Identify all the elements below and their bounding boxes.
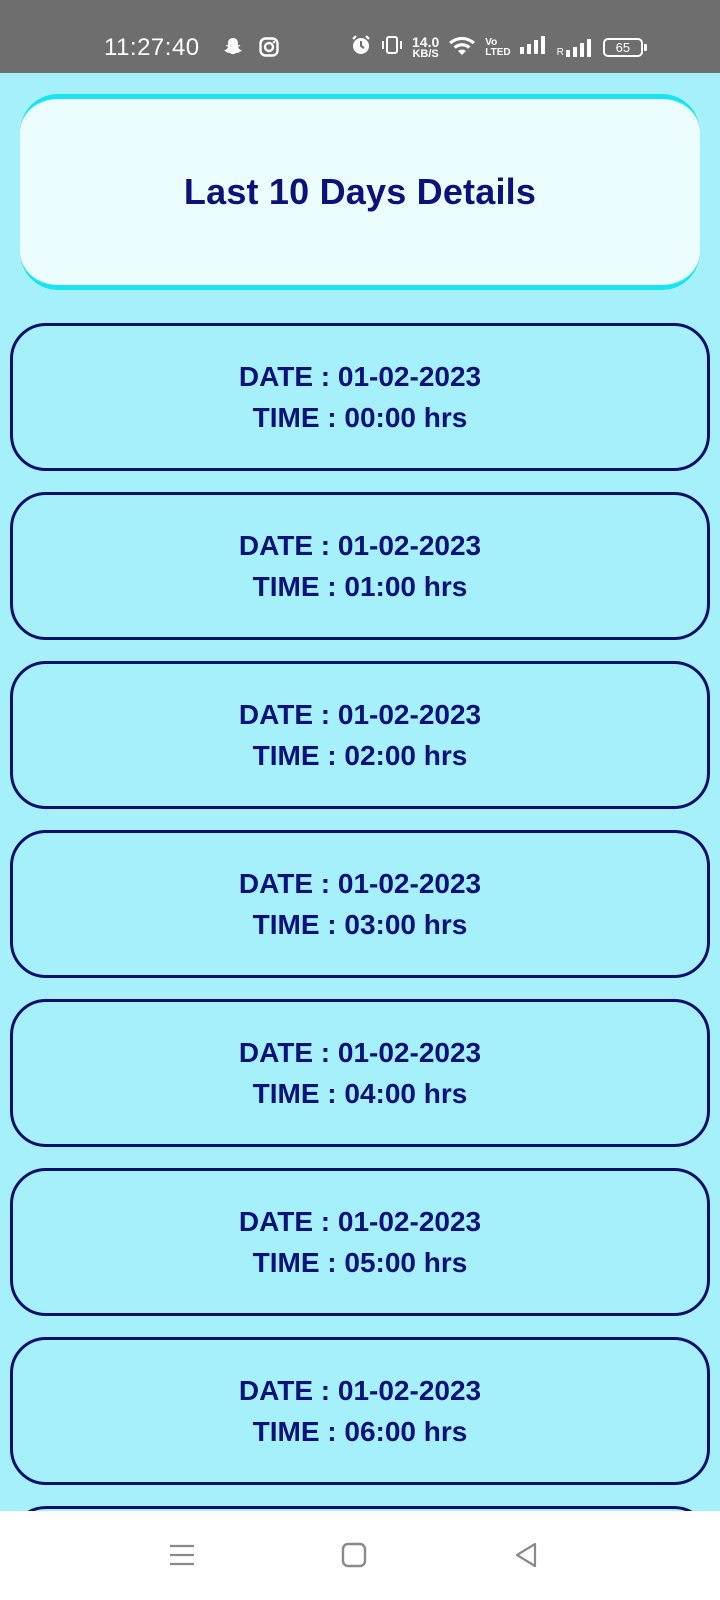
entry-date: DATE : 01-02-2023 <box>238 530 482 561</box>
instagram-icon <box>258 36 280 63</box>
list-item[interactable]: DATE : 01-02-2023 TIME : 04:00 hrs <box>10 999 710 1147</box>
entry-time: TIME : 00:00 hrs <box>252 402 468 433</box>
status-time: 11:27:40 <box>104 34 200 61</box>
volte-bottom: LTE <box>485 46 504 58</box>
alarm-icon <box>350 34 372 61</box>
status-bar: 11:27:40 14.0 KB/S Vo LTED R 65 <box>0 0 720 73</box>
net-speed-unit: KB/S <box>412 47 439 60</box>
list-item[interactable]: DATE : 01-02-2023 TIME : 05:00 hrs <box>10 1168 710 1316</box>
net-speed: 14.0 KB/S <box>412 33 440 60</box>
menu-icon[interactable] <box>166 1539 198 1571</box>
snapchat-icon <box>222 36 244 63</box>
entry-time: TIME : 03:00 hrs <box>252 909 468 940</box>
list-item[interactable]: DATE : 01-02-2023 TIME : 00:00 hrs <box>10 323 710 471</box>
entry-time: TIME : 06:00 hrs <box>252 1416 468 1447</box>
entry-time: TIME : 01:00 hrs <box>252 571 468 602</box>
header-card: Last 10 Days Details <box>20 94 700 290</box>
list-item[interactable]: DATE : 01-02-2023 TIME : 03:00 hrs <box>10 830 710 978</box>
page-title: Last 10 Days Details <box>183 171 537 212</box>
battery-icon: 65 <box>602 38 647 57</box>
volte-indicator: Vo LTED <box>485 37 511 58</box>
back-triangle-icon[interactable] <box>510 1539 542 1571</box>
roaming-label: R <box>556 46 564 58</box>
vibrate-icon <box>380 34 404 61</box>
details-list[interactable]: DATE : 01-02-2023 TIME : 00:00 hrs DATE … <box>10 323 710 1511</box>
home-square-icon[interactable] <box>338 1539 370 1571</box>
volte-sub: D <box>503 46 511 58</box>
list-item[interactable]: DATE : 01-02-2023 TIME : 01:00 hrs <box>10 492 710 640</box>
list-item[interactable]: DATE : 01-02-2023 TIME : 06:00 hrs <box>10 1337 710 1485</box>
entry-time: TIME : 04:00 hrs <box>252 1078 468 1109</box>
signal-icon <box>519 35 549 60</box>
signal-roaming-icon: R <box>557 38 595 58</box>
entry-time: TIME : 05:00 hrs <box>252 1247 468 1278</box>
net-speed-value: 14.0 <box>412 33 440 50</box>
entry-date: DATE : 01-02-2023 <box>238 699 482 730</box>
status-notification-icons <box>222 36 280 63</box>
entry-date: DATE : 01-02-2023 <box>238 361 482 392</box>
entry-date: DATE : 01-02-2023 <box>238 868 482 899</box>
entry-time: TIME : 02:00 hrs <box>252 740 468 771</box>
wifi-icon <box>447 34 477 61</box>
volte-bottom-row: LTED <box>485 46 511 58</box>
entry-date: DATE : 01-02-2023 <box>238 1206 482 1237</box>
navigation-bar <box>0 1511 720 1600</box>
battery-level: 65 <box>615 40 631 55</box>
list-item[interactable]: DATE : 01-02-2023 TIME : 02:00 hrs <box>10 661 710 809</box>
status-system-icons: 14.0 KB/S Vo LTED R 65 <box>350 33 647 61</box>
entry-date: DATE : 01-02-2023 <box>238 1375 482 1406</box>
entry-date: DATE : 01-02-2023 <box>238 1037 482 1068</box>
